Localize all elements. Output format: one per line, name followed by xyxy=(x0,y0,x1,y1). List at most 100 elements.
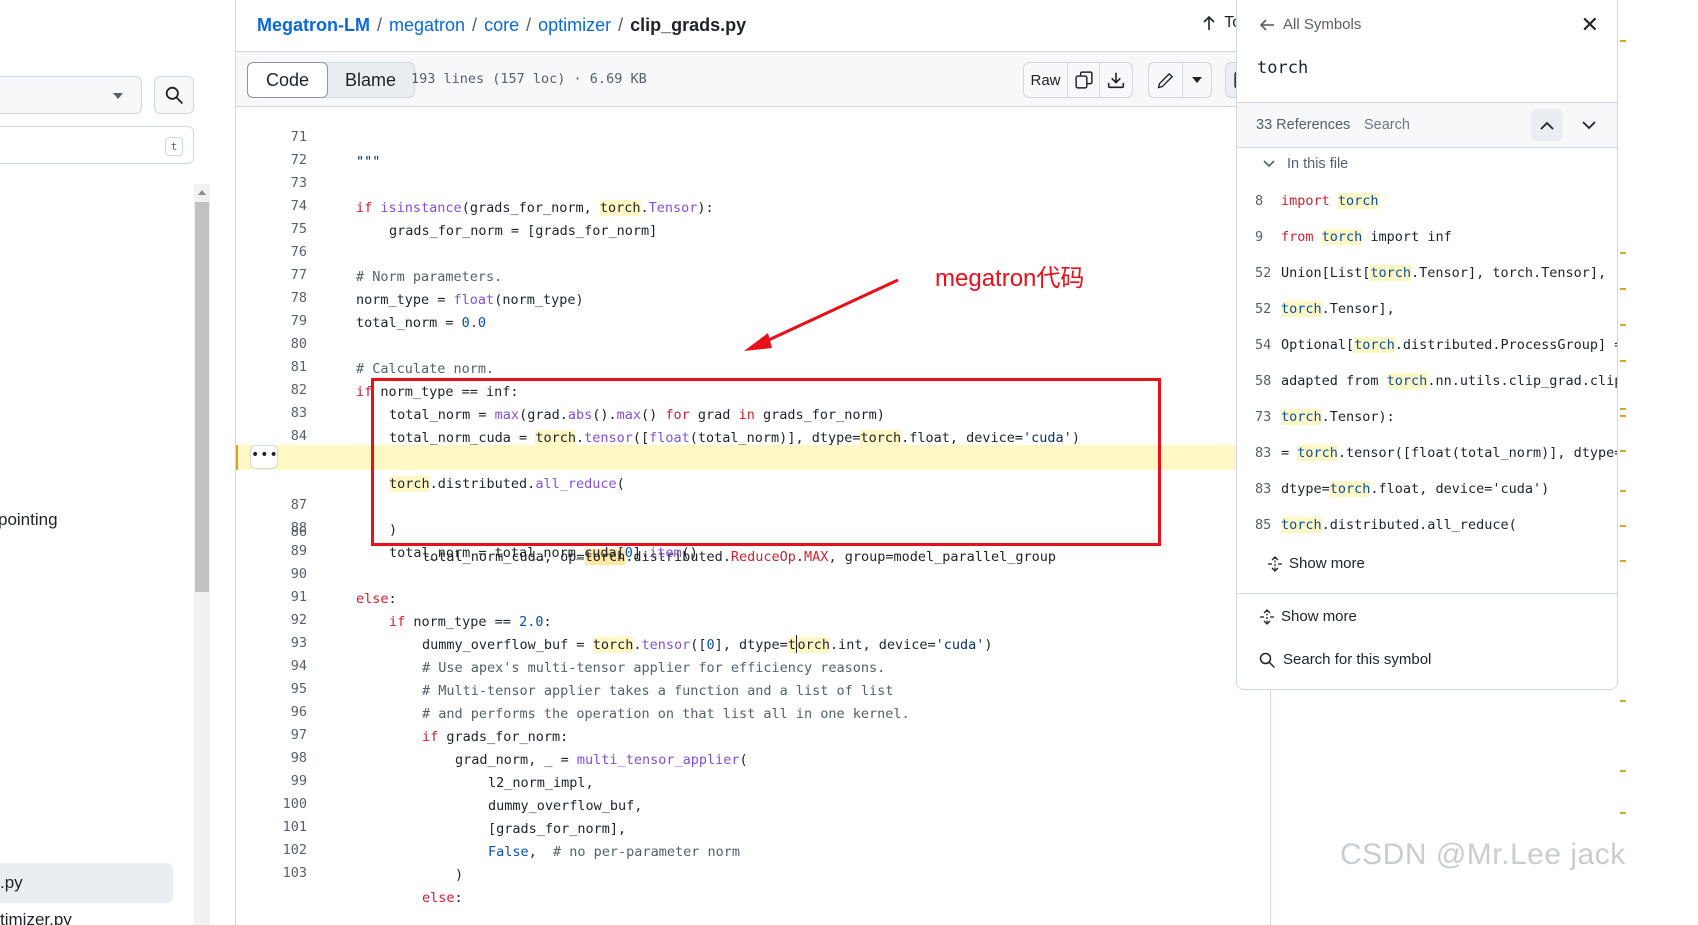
reference-line-number: 8 xyxy=(1255,193,1264,209)
references-bar: 33 References Search xyxy=(1237,102,1617,148)
symbols-pane: All Symbols ✕ torch 33 References Search… xyxy=(1236,0,1618,690)
chevron-up-icon xyxy=(1540,121,1554,130)
unfold-icon xyxy=(1260,608,1274,625)
code-line: 76 # Norm parameters. xyxy=(236,215,1270,285)
code-line: 87 ) xyxy=(236,468,1270,538)
reference-line-number: 85 xyxy=(1255,517,1272,533)
scroll-up-icon[interactable] xyxy=(198,190,206,195)
code-line: 81 if norm_type == inf: xyxy=(236,330,1270,400)
line-options-button[interactable]: ••• xyxy=(250,445,278,469)
annotation-label: megatron代码 xyxy=(935,265,1085,292)
reference-item[interactable]: 8 import torch xyxy=(1237,183,1617,219)
breadcrumb-separator: / xyxy=(618,14,624,35)
line-content: else: xyxy=(422,890,463,906)
edit-dropdown-button[interactable] xyxy=(1183,63,1211,97)
reference-line-number: 58 xyxy=(1255,373,1272,389)
symbol-name: torch xyxy=(1257,58,1309,78)
reference-item[interactable]: 9 from torch import inf xyxy=(1237,219,1617,255)
show-more-button[interactable]: Show more xyxy=(1259,608,1357,625)
tree-item-selected[interactable] xyxy=(0,863,173,903)
group-label: In this file xyxy=(1287,156,1349,172)
copy-icon xyxy=(1074,71,1093,89)
reference-line-number: 9 xyxy=(1255,229,1264,245)
tab-code[interactable]: Code xyxy=(247,62,329,98)
code-viewer[interactable]: 71 """ 72 73 if isinstance(grads_for_nor… xyxy=(236,108,1270,925)
line-highlight-marker xyxy=(236,445,238,470)
reference-snippet: Optional[torch.distributed.ProcessGroup]… xyxy=(1281,337,1617,353)
reference-snippet: torch.Tensor): xyxy=(1281,409,1395,425)
reference-snippet: dtype=torch.float, device='cuda') xyxy=(1281,481,1550,497)
code-line: 85 torch.distributed.all_reduce( xyxy=(236,422,1270,492)
scroll-thumb[interactable] xyxy=(195,202,209,592)
code-line: 75 xyxy=(236,192,1270,237)
code-line: 90 else: xyxy=(236,537,1270,607)
file-filter-input[interactable]: t xyxy=(0,126,194,164)
code-panel: Megatron-LM / megatron / core / optimize… xyxy=(235,0,1271,925)
tree-item[interactable]: timizer.py xyxy=(0,910,72,925)
reference-item[interactable]: 58 adapted from torch.nn.utils.clip_grad.… xyxy=(1237,363,1617,399)
breadcrumb-separator: / xyxy=(472,14,478,35)
reference-item[interactable]: 73 torch.Tensor): xyxy=(1237,399,1617,435)
code-line: 98 l2_norm_impl, xyxy=(236,721,1270,791)
next-reference-button[interactable] xyxy=(1573,109,1605,141)
references-search-input[interactable]: Search xyxy=(1364,117,1410,133)
reference-line-number: 73 xyxy=(1255,409,1272,425)
watermark: CSDN @Mr.Lee jack xyxy=(1340,838,1626,871)
show-more-label: Show more xyxy=(1281,608,1357,625)
breadcrumb-link[interactable]: megatron xyxy=(389,15,465,36)
reference-item[interactable]: 85 torch.distributed.all_reduce( xyxy=(1237,507,1617,543)
reference-line-number: 83 xyxy=(1255,445,1272,461)
breadcrumb: Megatron-LM / megatron / core / optimize… xyxy=(236,0,1270,50)
reference-snippet: Union[List[torch.Tensor], torch.Tensor], xyxy=(1281,265,1607,281)
tree-item[interactable]: pointing xyxy=(0,510,58,530)
code-line: 83 total_norm_cuda = torch.tensor([float… xyxy=(236,376,1270,446)
download-button[interactable] xyxy=(1100,63,1132,97)
show-more-label: Show more xyxy=(1289,555,1365,572)
reference-snippet: from torch import inf xyxy=(1281,229,1452,245)
reference-item[interactable]: 52 torch.Tensor], xyxy=(1237,291,1617,327)
all-symbols-label: All Symbols xyxy=(1283,16,1362,33)
branch-selector[interactable] xyxy=(0,76,142,114)
reference-snippet: = torch.tensor([float(total_norm)], dtyp… xyxy=(1281,445,1617,461)
copy-button[interactable] xyxy=(1068,63,1100,97)
breadcrumb-repo-link[interactable]: Megatron-LM xyxy=(257,15,370,36)
in-this-file-toggle[interactable]: In this file xyxy=(1263,156,1348,172)
search-icon xyxy=(1259,652,1275,668)
line-number[interactable]: 103 xyxy=(236,861,307,886)
show-more-button[interactable]: Show more xyxy=(1267,555,1365,572)
search-symbol-button[interactable]: Search for this symbol xyxy=(1259,651,1431,668)
arrow-up-icon xyxy=(1203,15,1215,30)
reference-snippet: torch.Tensor], xyxy=(1281,301,1395,317)
reference-item[interactable]: 52 Union[List[torch.Tensor], torch.Tensor… xyxy=(1237,255,1617,291)
symbols-header: All Symbols ✕ torch xyxy=(1237,0,1617,102)
code-line: 95 # and performs the operation on that … xyxy=(236,652,1270,722)
search-button[interactable] xyxy=(154,76,194,114)
code-line: 94 # Multi-tensor applier takes a functi… xyxy=(236,629,1270,699)
divider xyxy=(1237,593,1617,594)
code-line: 79 xyxy=(236,284,1270,329)
raw-button[interactable]: Raw xyxy=(1024,63,1068,97)
all-symbols-link[interactable]: All Symbols xyxy=(1259,16,1361,33)
tab-blame[interactable]: Blame xyxy=(327,63,414,97)
tree-scrollbar[interactable] xyxy=(194,184,210,925)
previous-reference-button[interactable] xyxy=(1531,109,1563,141)
code-line: 100 [grads_for_norm], xyxy=(236,767,1270,837)
edit-button[interactable] xyxy=(1149,63,1183,97)
reference-line-number: 52 xyxy=(1255,265,1272,281)
tree-item[interactable]: .py xyxy=(0,873,23,893)
code-line: 99 dummy_overflow_buf, xyxy=(236,744,1270,814)
page-scroll-markers xyxy=(1620,0,1630,925)
caret-down-icon xyxy=(113,93,123,99)
code-line: 91 if norm_type == 2.0: xyxy=(236,560,1270,630)
file-toolbar: Code Blame 193 lines (157 loc) · 6.69 KB… xyxy=(236,51,1270,107)
reference-item[interactable]: 83 = torch.tensor([float(total_norm)], dt… xyxy=(1237,435,1617,471)
file-tree-sidebar: t pointing .py timizer.py xyxy=(0,0,214,925)
breadcrumb-link[interactable]: optimizer xyxy=(538,15,611,36)
reference-item[interactable]: 83 dtype=torch.float, device='cuda') xyxy=(1237,471,1617,507)
reference-item[interactable]: 54 Optional[torch.distributed.ProcessGrou… xyxy=(1237,327,1617,363)
breadcrumb-link[interactable]: core xyxy=(484,15,519,36)
close-icon[interactable]: ✕ xyxy=(1581,12,1599,38)
code-line: 89 xyxy=(236,514,1270,559)
code-line: 92 dummy_overflow_buf = torch.tensor([0]… xyxy=(236,583,1270,653)
search-symbol-label: Search for this symbol xyxy=(1283,651,1432,668)
